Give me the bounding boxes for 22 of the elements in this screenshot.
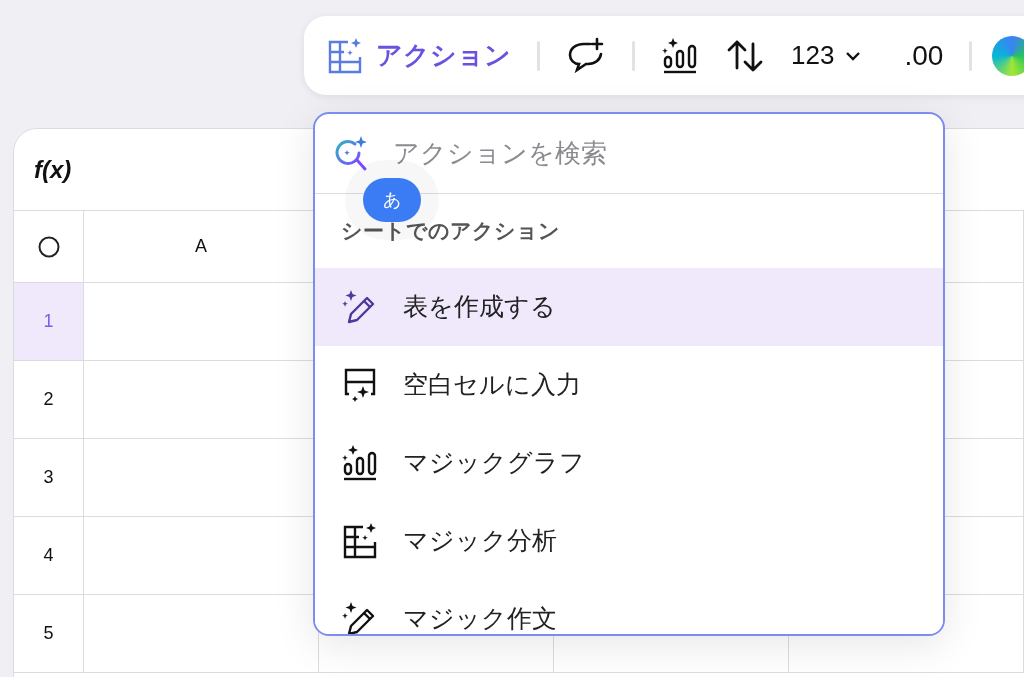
add-comment-icon xyxy=(566,35,606,76)
magic-chart-button[interactable] xyxy=(661,36,699,75)
sparkle-table-icon xyxy=(341,522,379,560)
menu-item[interactable]: マジック分析 xyxy=(315,502,943,580)
search-field[interactable]: アクションを検索 xyxy=(393,134,943,173)
circle-icon xyxy=(37,235,60,258)
add-comment-button[interactable] xyxy=(566,35,606,76)
column-header[interactable]: A xyxy=(195,233,207,260)
sparkle-table-icon xyxy=(326,36,364,75)
menu-item[interactable]: マジックグラフ xyxy=(315,424,943,502)
chevron-down-icon xyxy=(846,50,861,61)
menu-item[interactable]: 表を作成する xyxy=(315,268,943,346)
number-format-dropdown[interactable]: 123 xyxy=(791,36,861,75)
color-wheel-icon[interactable] xyxy=(992,35,1024,76)
sparkle-bar-chart-icon xyxy=(341,444,379,482)
decimal-places-button[interactable]: .00 xyxy=(904,34,944,77)
row-header[interactable]: 1 xyxy=(14,283,84,360)
menu-item[interactable]: 空白セルに入力 xyxy=(315,346,943,424)
formula-label: f(x) xyxy=(34,154,72,185)
actions-button[interactable]: アクション xyxy=(326,36,511,75)
sparkle-bar-chart-icon xyxy=(661,36,699,75)
menu-item[interactable]: マジック作文 xyxy=(315,580,943,634)
